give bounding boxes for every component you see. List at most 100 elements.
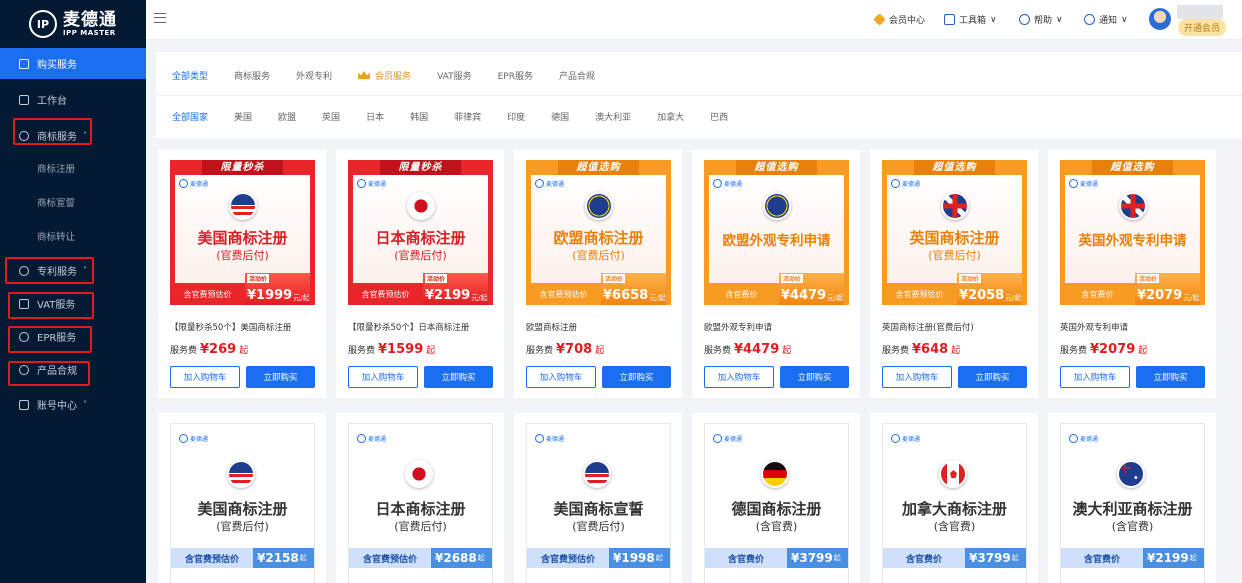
add-to-cart-button[interactable]: 加入购物车: [170, 366, 240, 388]
product-card[interactable]: 超值选购 麦德通 英国外观专利申请 含官费价 活动价 ¥2079 元/起英国外观专利申请服务…: [1048, 150, 1216, 398]
product-card[interactable]: 超值选购 麦德通 欧盟外观专利申请 含官费价 活动价 ¥4479 元/起 欧盟外观专利申请 服务…: [692, 150, 860, 398]
product-card[interactable]: 麦德通 日本商标注册 (官费后付) 含官费预估价 ¥2688 起: [336, 413, 504, 583]
price-unit: 起: [833, 554, 841, 562]
mini-logo-name: 麦德通: [724, 181, 743, 188]
filter-country[interactable]: 韩国: [410, 110, 428, 123]
logo-mark-icon: [535, 434, 544, 443]
product-card[interactable]: 麦德通 澳大利亚商标注册 (含官费) 含官费价 ¥2199 起: [1048, 413, 1216, 583]
buy-now-button[interactable]: 立即购买: [602, 366, 671, 388]
sidebar-item-buy-services[interactable]: 购买服务: [0, 48, 146, 79]
filter-country[interactable]: 德国: [551, 110, 569, 123]
add-to-cart-button[interactable]: 加入购物车: [1060, 366, 1130, 388]
avatar[interactable]: [1149, 8, 1171, 30]
product-image-subtitle: (官费后付): [572, 249, 625, 262]
sidebar-item-workbench[interactable]: 工作台: [0, 84, 146, 115]
filter-type-design-patent[interactable]: 外观专利: [296, 69, 332, 82]
filter-country[interactable]: 巴西: [710, 110, 728, 123]
mini-logo-name: 麦德通: [190, 181, 209, 188]
sidebar-item-account-center[interactable]: 账号中心 ˅: [0, 389, 146, 420]
product-image[interactable]: 麦德通 美国商标宣誓 (官费后付) 含官费预估价 ¥1998 起: [526, 423, 671, 583]
member-center-label: 会员中心: [889, 16, 926, 26]
filter-country[interactable]: 欧盟: [278, 110, 296, 123]
filter-country[interactable]: 日本: [366, 110, 384, 123]
logo-mark-icon: [713, 434, 722, 443]
filter-type-compliance[interactable]: 产品合规: [559, 69, 595, 82]
product-card[interactable]: 麦德通 美国商标注册 (官费后付) 含官费预估价 ¥2158 起: [158, 413, 326, 583]
product-name[interactable]: 欧盟商标注册: [526, 321, 577, 333]
product-card[interactable]: 麦德通 德国商标注册 (含官费) 含官费价 ¥3799 起: [692, 413, 860, 583]
filter-type-all[interactable]: 全部类型: [172, 69, 208, 82]
product-card[interactable]: 超值选购 麦德通 欧盟商标注册 (官费后付) 含官费预估价 活动价 ¥6658 元/起欧盟商标…: [514, 150, 682, 398]
filter-country[interactable]: 澳大利亚: [595, 110, 631, 123]
add-to-cart-button[interactable]: 加入购物车: [526, 366, 596, 388]
sidebar-subitem-trademark-declaration[interactable]: 商标宣誓: [0, 185, 146, 219]
buy-now-button[interactable]: 立即购买: [424, 366, 493, 388]
filter-country[interactable]: 印度: [507, 110, 525, 123]
add-to-cart-button[interactable]: 加入购物车: [704, 366, 774, 388]
product-name[interactable]: 【限量秒杀50个】美国商标注册: [170, 321, 291, 333]
product-card[interactable]: 超值选购 麦德通 英国商标注册 (官费后付) 含官费预估价 活动价 ¥2058 元/起英国商标…: [870, 150, 1038, 398]
sidebar-subitem-trademark-transfer[interactable]: 商标转让: [0, 219, 146, 253]
filter-type-membership[interactable]: 会员服务: [358, 69, 411, 82]
product-card[interactable]: 麦德通 加拿大商标注册 (含官费) 含官费价 ¥3799 起: [870, 413, 1038, 583]
filter-type-epr[interactable]: EPR服务: [498, 69, 533, 82]
vip-badge[interactable]: 开通会员: [1178, 19, 1227, 36]
price-bar: 含官费预估价 ¥1998 起: [527, 548, 670, 568]
service-fee-unit: 起: [782, 346, 792, 356]
product-name[interactable]: 英国外观专利申请: [1060, 321, 1128, 333]
filter-country[interactable]: 美国: [234, 110, 252, 123]
product-image[interactable]: 麦德通 日本商标注册 (官费后付) 含官费预估价 ¥2688 起: [348, 423, 493, 583]
service-fee: 服务费 ¥2079 起: [1060, 342, 1147, 357]
sidebar-subitem-trademark-registration[interactable]: 商标注册: [0, 151, 146, 185]
flag-uk-icon: [1119, 192, 1147, 220]
mini-logo-name: 麦德通: [546, 181, 565, 188]
product-name[interactable]: 【限量秒杀50个】日本商标注册: [348, 321, 469, 333]
add-to-cart-button[interactable]: 加入购物车: [348, 366, 418, 388]
product-image[interactable]: 超值选购 麦德通 欧盟外观专利申请 含官费价 活动价 ¥4479 元/起: [704, 160, 849, 305]
buy-now-button[interactable]: 立即购买: [958, 366, 1027, 388]
filter-country[interactable]: 加拿大: [657, 110, 684, 123]
product-image[interactable]: 麦德通 德国商标注册 (含官费) 含官费价 ¥3799 起: [704, 423, 849, 583]
add-to-cart-button[interactable]: 加入购物车: [882, 366, 952, 388]
product-card[interactable]: 限量秒杀 麦德通 美国商标注册 (官费后付) 含官费预估价 活动价 ¥1999 元/起 【限量秒…: [158, 150, 326, 398]
product-image[interactable]: 麦德通 美国商标注册 (官费后付) 含官费预估价 ¥2158 起: [170, 423, 315, 583]
product-name[interactable]: 英国商标注册(官费后付): [882, 321, 974, 333]
toolbox-menu[interactable]: 工具箱 ∨: [944, 13, 997, 26]
highlight-box: [5, 257, 94, 284]
product-card[interactable]: 麦德通 美国商标宣誓 (官费后付) 含官费预估价 ¥1998 起: [514, 413, 682, 583]
product-image[interactable]: 麦德通 澳大利亚商标注册 (含官费) 含官费价 ¥2199 起: [1060, 423, 1205, 583]
filter-country[interactable]: 菲律宾: [454, 110, 481, 123]
product-image[interactable]: 超值选购 麦德通 英国外观专利申请 含官费价 活动价 ¥2079 元/起: [1060, 160, 1205, 305]
product-name[interactable]: 欧盟外观专利申请: [704, 321, 772, 333]
member-center-link[interactable]: 会员中心: [873, 13, 926, 26]
product-image[interactable]: 限量秒杀 麦德通 美国商标注册 (官费后付) 含官费预估价 活动价 ¥1999 元/起: [170, 160, 315, 305]
app-logo[interactable]: IP 麦德通 IPP MASTER: [0, 0, 146, 48]
product-image-title: 加拿大商标注册: [901, 500, 1007, 518]
event-price-tag: 活动价: [603, 274, 626, 283]
product-image-title: 美国商标宣誓: [553, 500, 644, 518]
filter-country[interactable]: 英国: [322, 110, 340, 123]
notice-menu[interactable]: 通知 ∨: [1084, 13, 1128, 26]
filter-country-all[interactable]: 全部国家: [172, 110, 208, 123]
product-image-title: 美国商标注册: [197, 229, 288, 247]
product-image-subtitle: (官费后付): [216, 520, 269, 533]
filter-type-vat[interactable]: VAT服务: [437, 69, 472, 82]
product-image[interactable]: 超值选购 麦德通 欧盟商标注册 (官费后付) 含官费预估价 活动价 ¥6658 元/起: [526, 160, 671, 305]
product-image-subtitle: (官费后付): [928, 249, 981, 262]
menu-fold-icon[interactable]: [154, 13, 166, 23]
buy-now-button[interactable]: 立即购买: [246, 366, 315, 388]
product-image[interactable]: 麦德通 加拿大商标注册 (含官费) 含官费价 ¥3799 起: [882, 423, 1027, 583]
crown-icon: [358, 71, 371, 79]
filter-type-trademark[interactable]: 商标服务: [234, 69, 270, 82]
price-bar-label: 含官费预估价: [540, 554, 595, 565]
help-menu[interactable]: 帮助 ∨: [1019, 13, 1063, 26]
price-bar-label: 含官费价: [725, 289, 758, 299]
buy-now-button[interactable]: 立即购买: [780, 366, 849, 388]
buy-now-button[interactable]: 立即购买: [1136, 366, 1205, 388]
product-image[interactable]: 限量秒杀 麦德通 日本商标注册 (官费后付) 含官费预估价 活动价 ¥2199 元/起: [348, 160, 493, 305]
price-bar: 含官费价 ¥3799 起: [705, 548, 848, 568]
product-image[interactable]: 超值选购 麦德通 英国商标注册 (官费后付) 含官费预估价 活动价 ¥2058 元/起: [882, 160, 1027, 305]
price-bar-label: 含官费价: [905, 554, 942, 565]
product-card[interactable]: 限量秒杀 麦德通 日本商标注册 (官费后付) 含官费预估价 活动价 ¥2199 元/起【限量秒…: [336, 150, 504, 398]
sidebar-item-label: 账号中心: [37, 401, 77, 412]
